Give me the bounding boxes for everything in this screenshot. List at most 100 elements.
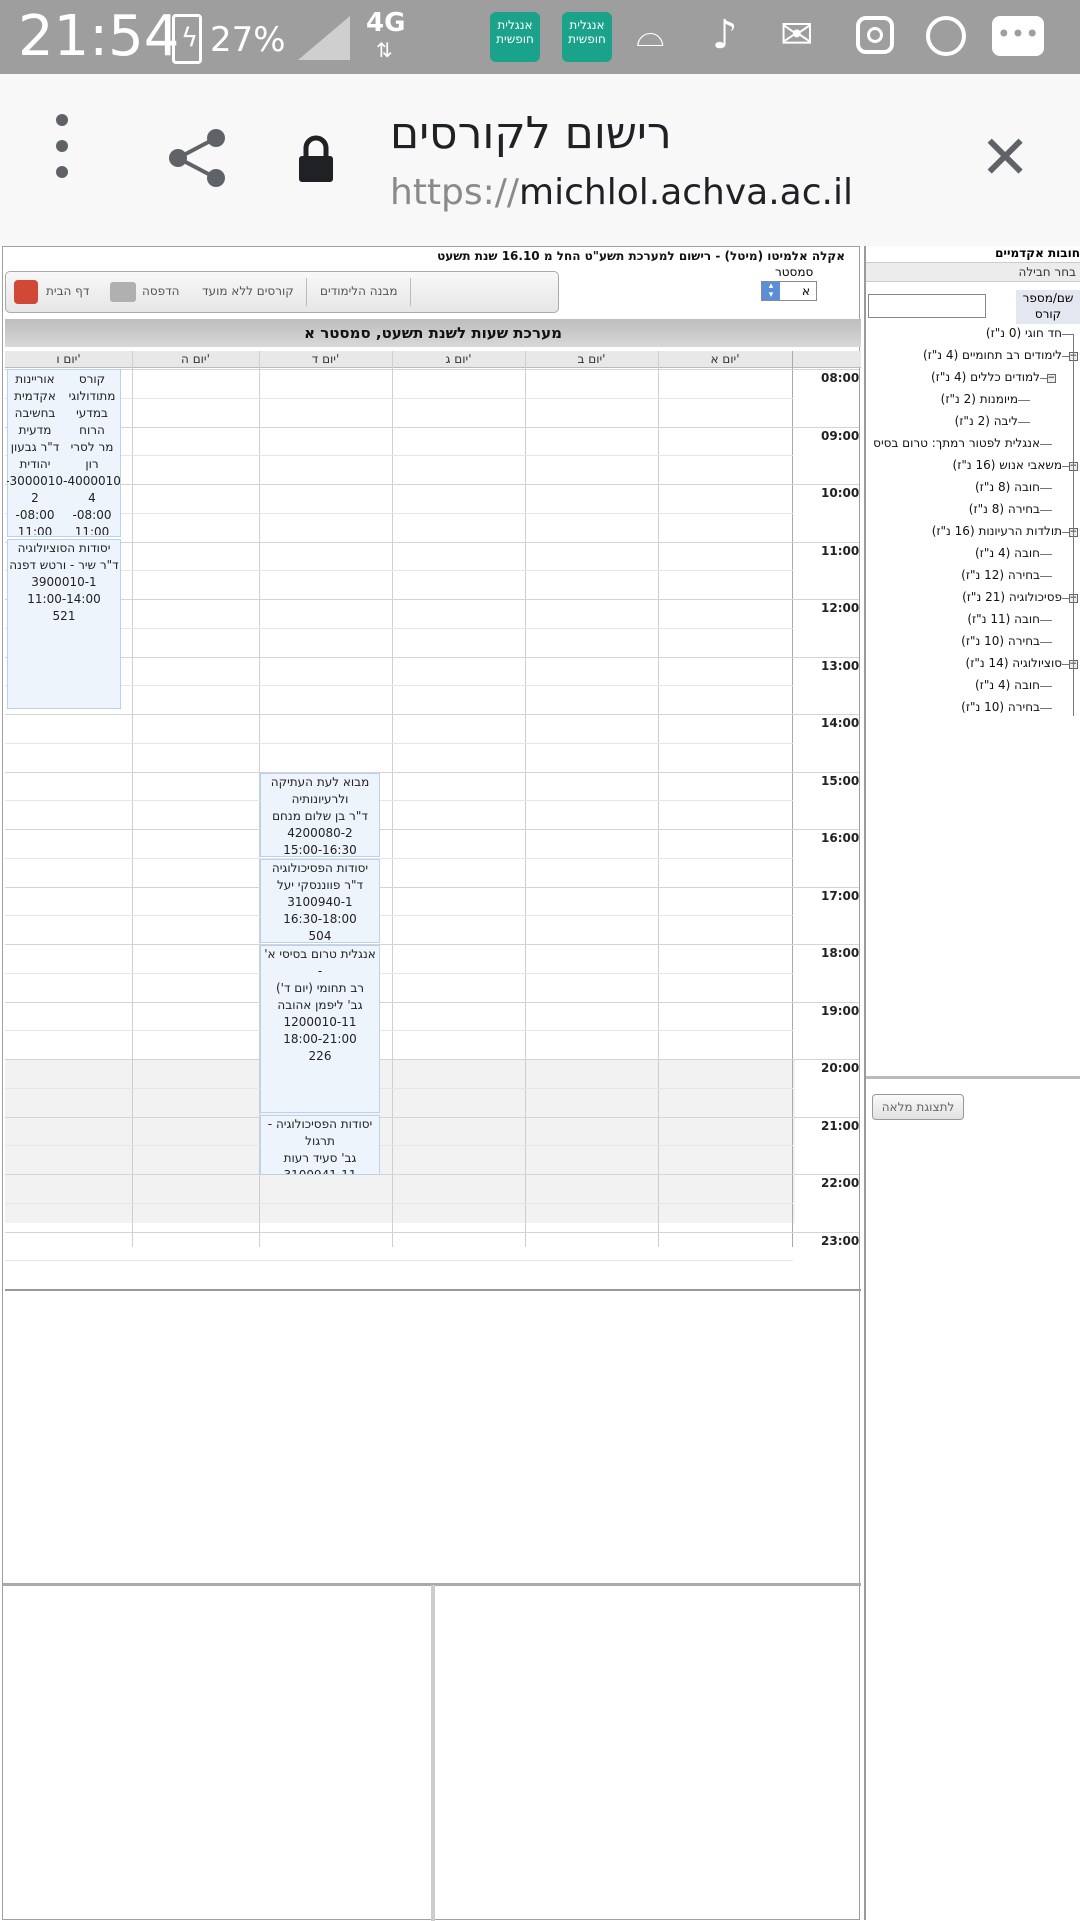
- course-line: 3100940-1: [287, 895, 353, 909]
- more-icon: •••: [992, 16, 1044, 56]
- course-search-input[interactable]: [868, 294, 986, 318]
- course-line: 521: [52, 609, 76, 623]
- sidebar-divider: [866, 1076, 1080, 1079]
- tree-node[interactable]: חד חוגי (0 נ"ז): [986, 326, 1062, 344]
- home-label: דף הבית: [46, 284, 90, 298]
- semester-label: סמסטר: [775, 265, 814, 279]
- tree-node[interactable]: חובה (4 נ"ז): [975, 546, 1040, 564]
- close-icon[interactable]: ✕: [980, 126, 1030, 190]
- course-line: מבוא לעת העתיקה: [270, 775, 370, 789]
- course-block[interactable]: יסודות הפסיכולוגיה - תרגול גב' סעיד רעות 31…: [260, 1115, 380, 1175]
- course-line: 11:00: [74, 525, 110, 535]
- course-lines: יסודות הפסיכולוגיה - תרגול גב' סעיד רעות 31…: [261, 1116, 379, 1174]
- course-line: 4000010-: [63, 474, 121, 488]
- tree-node[interactable]: משאבי אנוש (16 נ"ז): [953, 458, 1062, 476]
- course-block[interactable]: יסודות הפסיכולוגיה ד"ר פווננסקי יעל 310094…: [260, 859, 380, 943]
- course-block[interactable]: יסודות הסוציולוגיה ד"ר שיר - ורטש דפנה 390…: [7, 539, 121, 709]
- tree-node[interactable]: מיומנות (2 נ"ז): [941, 392, 1018, 410]
- course-line: 08:00-: [15, 508, 55, 522]
- hour-gridline: [5, 541, 859, 543]
- tree-node[interactable]: בחירה (12 נ"ז): [961, 568, 1040, 586]
- time-label: 10:00: [821, 486, 860, 500]
- half-hour-gridline: [5, 915, 793, 917]
- time-label: 18:00: [821, 946, 860, 960]
- tree-node[interactable]: בחירה (10 נ"ז): [961, 634, 1040, 652]
- collapse-toggle-icon[interactable]: −: [1047, 374, 1056, 383]
- course-line: 4200080-2: [287, 826, 353, 840]
- share-icon[interactable]: [166, 126, 230, 190]
- half-hour-gridline: [5, 1087, 793, 1089]
- print-label: הדפסה: [142, 284, 180, 298]
- course-lines: קורס מתודולוגי במדעי הרוח מר לסרי רון 4000010-…: [63, 371, 121, 535]
- time-label: 19:00: [821, 1003, 860, 1018]
- toolbar-divider: [306, 278, 307, 306]
- course-line: 11:00: [17, 525, 53, 535]
- schedule-title-bar: מערכת שעות לשנת תשעט, סמסטר א: [5, 319, 861, 347]
- half-hour-gridline: [5, 1030, 793, 1032]
- unscheduled-courses-button[interactable]: קורסים ללא מועד: [202, 284, 294, 298]
- tree-node[interactable]: תולדות הרעיונות (16 נ"ז): [932, 524, 1062, 542]
- network-type: 4G: [366, 8, 406, 38]
- column-divider: [792, 351, 793, 1247]
- tree-node[interactable]: פסיכולוגיה (21 נ"ז): [962, 590, 1062, 608]
- tree-node[interactable]: אנגלית לפטור רמתך: טרום בסיס: [873, 436, 1040, 454]
- track-select[interactable]: בחר חבילה: [866, 262, 1080, 282]
- tree-node[interactable]: בחירה (8 נ"ז): [969, 502, 1040, 520]
- time-label: 12:00: [821, 601, 860, 615]
- course-line: ולרעיונותיה: [291, 792, 349, 806]
- tree-node-label: חובה (4 נ"ז): [974, 546, 1040, 560]
- course-line: ד"ר גבעון: [10, 440, 60, 454]
- course-line: ד"ר בן שלום מנחם: [272, 809, 368, 823]
- url-scheme: https://: [390, 172, 520, 213]
- study-structure-button[interactable]: מבנה הלימודים: [320, 284, 398, 298]
- requirements-tree: חד חוגי (0 נ"ז) לימודים רב תחומיים (4 נ"ז…: [866, 326, 1080, 976]
- tree-node[interactable]: לימודים רב תחומיים (4 נ"ז): [923, 348, 1062, 366]
- tree-node[interactable]: למודים כללים (4 נ"ז): [931, 370, 1040, 388]
- tree-node[interactable]: חובה (11 נ"ז): [967, 612, 1040, 630]
- course-line: 15:00-16:30: [283, 843, 357, 857]
- voicemail-icon: ⌓: [636, 14, 665, 55]
- home-button[interactable]: דף הבית: [12, 280, 92, 306]
- time-label: 08:00: [821, 371, 860, 385]
- course-block[interactable]: קורס מתודולוגי במדעי הרוח מר לסרי רון 4000010-…: [63, 371, 121, 535]
- half-hour-gridline: [5, 512, 793, 514]
- day-header: יום ו': [5, 351, 132, 368]
- course-block[interactable]: אנגלית טרום בסיסי א' - רב תחומי (יום ד') ג…: [260, 945, 380, 1113]
- tree-node[interactable]: חובה (4 נ"ז): [975, 678, 1040, 696]
- course-lines: אנגלית טרום בסיסי א' - רב תחומי (יום ד') ג…: [261, 946, 379, 1065]
- course-block[interactable]: אוריינות אקדמית בחשיבה מדעית ד"ר גבעון יהודית…: [7, 371, 63, 535]
- course-line: מתודולוגי: [68, 389, 116, 403]
- tree-node-label: חובה (11 נ"ז): [967, 612, 1040, 626]
- schedule-bottom-border: [5, 1289, 861, 1291]
- tree-connector: [1040, 642, 1052, 643]
- print-button[interactable]: הדפסה: [110, 280, 190, 306]
- tree-node[interactable]: ליבה (2 נ"ז): [955, 414, 1018, 432]
- course-line: רון: [85, 457, 99, 471]
- tree-node-label: תולדות הרעיונות (16 נ"ז): [931, 524, 1062, 538]
- semester-select[interactable]: ▴ ▾ א: [761, 281, 817, 301]
- course-block[interactable]: מבוא לעת העתיקה ולרעיונותיה ד"ר בן שלום מנ…: [260, 773, 380, 857]
- app-notification-icon: אנגלית חופשית: [562, 12, 612, 62]
- full-view-button[interactable]: לתצוגת מלאה: [872, 1094, 964, 1120]
- menu-icon[interactable]: [56, 114, 70, 194]
- tree-node[interactable]: סוציולוגיה (14 נ"ז): [966, 656, 1062, 674]
- course-line: במדעי: [76, 406, 108, 420]
- course-line: ד"ר פווננסקי יעל: [276, 878, 364, 892]
- tree-connector: [1040, 510, 1052, 511]
- music-icon: ♪: [712, 12, 738, 58]
- tree-node-label: למודים כללים (4 נ"ז): [930, 370, 1040, 384]
- course-line: יסודות הפסיכולוגיה: [271, 861, 369, 875]
- course-line: רב תחומי (יום ד'): [275, 981, 365, 995]
- tree-connector: [1040, 488, 1052, 489]
- hour-gridline: [5, 1001, 859, 1003]
- tree-node[interactable]: חובה (8 נ"ז): [975, 480, 1040, 498]
- header-line: אקלה אלמיטו (מיטל) - רישום למערכת תשע"ט …: [437, 249, 845, 263]
- toolbar: דף הבית הדפסה קורסים ללא מועד מבנה הלימו…: [5, 271, 559, 313]
- tree-connector: [1040, 576, 1052, 577]
- toolbar-divider: [410, 278, 411, 306]
- tree-node-label: פסיכולוגיה (21 נ"ז): [962, 590, 1062, 604]
- tree-node[interactable]: בחירה (10 נ"ז): [961, 700, 1040, 718]
- tree-node-label: סוציולוגיה (14 נ"ז): [965, 656, 1062, 670]
- url-bar[interactable]: https://michlol.achva.ac.il: [390, 172, 853, 213]
- time-label: 21:00: [821, 1118, 860, 1133]
